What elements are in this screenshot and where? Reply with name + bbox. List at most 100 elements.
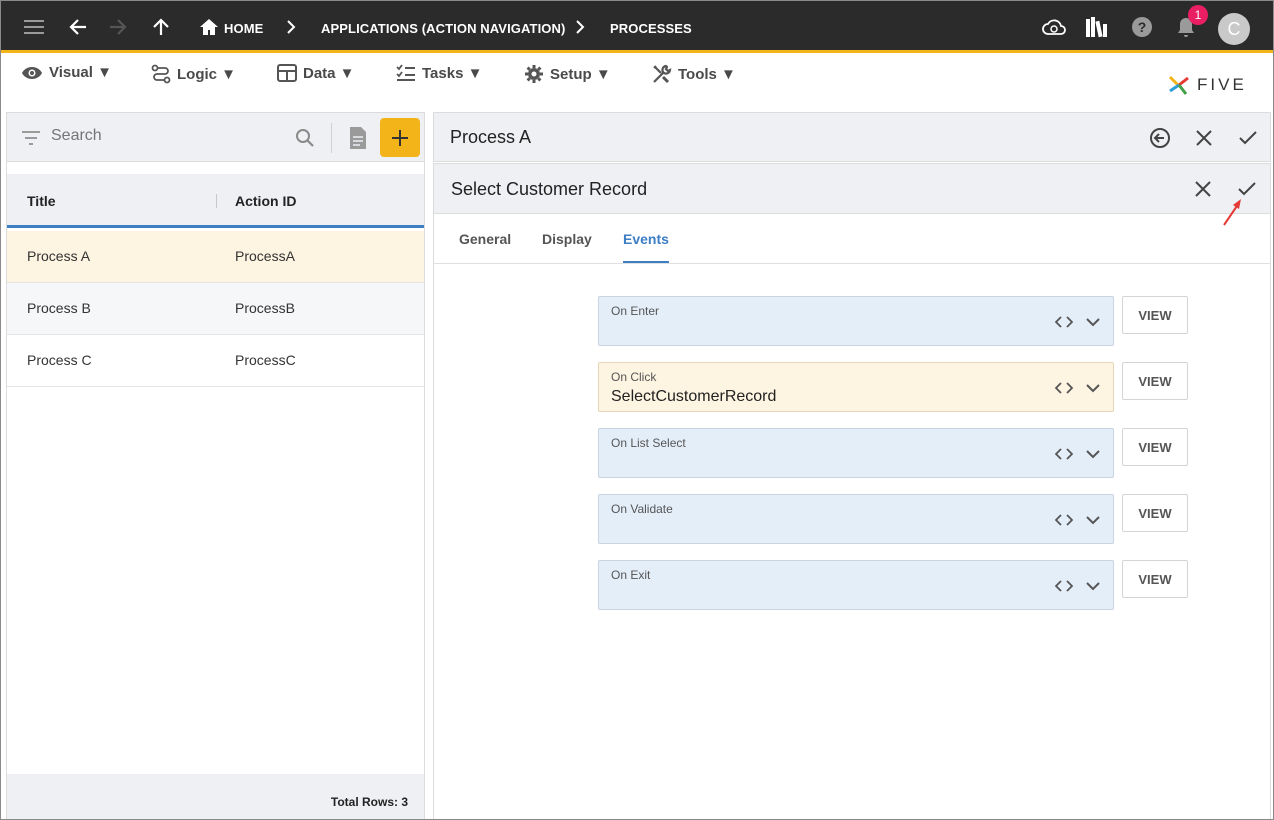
search-bar <box>7 113 424 162</box>
cell-action-id: ProcessC <box>235 352 296 368</box>
table-icon <box>277 64 297 82</box>
cell-action-id: ProcessB <box>235 300 295 316</box>
form-header: Select Customer Record <box>434 164 1270 226</box>
on-click-field[interactable]: On Click SelectCustomerRecord <box>598 362 1114 412</box>
table-row[interactable]: Process A ProcessA <box>7 231 424 283</box>
chevron-down-icon[interactable] <box>1083 314 1103 330</box>
cell-title: Process C <box>27 352 92 368</box>
total-rows-label: Total Rows: 3 <box>330 795 408 809</box>
menu-visual[interactable]: Visual ▼ <box>21 64 112 81</box>
home-icon[interactable] <box>197 15 221 39</box>
menu-bar: Visual ▼ Logic ▼ Data ▼ Tasks ▼ Setup ▼ … <box>1 56 1273 100</box>
chevron-right-icon <box>568 15 592 39</box>
tasks-icon <box>396 64 415 81</box>
avatar[interactable]: C <box>1218 13 1250 45</box>
search-divider <box>331 123 332 153</box>
notification-badge: 1 <box>1188 5 1208 25</box>
record-header-panel: Process A <box>433 112 1271 162</box>
five-logo-mark-icon <box>1168 75 1189 95</box>
table-row[interactable]: Process B ProcessB <box>7 283 424 335</box>
tools-icon <box>653 64 672 84</box>
svg-text:?: ? <box>1138 19 1147 35</box>
five-logo: FIVE <box>1167 73 1247 97</box>
logic-icon <box>151 64 171 84</box>
table-row[interactable]: Process C ProcessC <box>7 335 424 387</box>
view-on-exit-button[interactable]: VIEW <box>1122 560 1188 598</box>
chevron-down-icon[interactable] <box>1083 512 1103 528</box>
help-icon[interactable]: ? <box>1130 15 1154 39</box>
on-enter-label: On Enter <box>611 304 660 318</box>
column-header-action-id[interactable]: Action ID <box>235 193 296 209</box>
close-icon[interactable] <box>1191 177 1215 201</box>
eye-icon <box>22 66 42 79</box>
menu-visual-label: Visual ▼ <box>49 64 112 81</box>
chevron-down-icon[interactable] <box>1083 446 1103 462</box>
top-bar: HOME APPLICATIONS (ACTION NAVIGATION) PR… <box>1 1 1273 53</box>
tab-general[interactable]: General <box>459 231 511 261</box>
breadcrumb-home[interactable]: HOME <box>224 21 263 36</box>
list-footer: Total Rows: 3 <box>7 774 424 819</box>
breadcrumb-processes[interactable]: PROCESSES <box>610 21 692 36</box>
on-exit-field[interactable]: On Exit <box>598 560 1114 610</box>
check-icon[interactable] <box>1236 126 1260 150</box>
breadcrumb-applications[interactable]: APPLICATIONS (ACTION NAVIGATION) <box>321 21 565 36</box>
cloud-sync-icon[interactable] <box>1042 15 1066 39</box>
view-on-validate-button[interactable]: VIEW <box>1122 494 1188 532</box>
tab-events[interactable]: Events <box>623 231 669 263</box>
code-icon[interactable] <box>1053 380 1075 396</box>
menu-tasks-label: Tasks ▼ <box>422 64 483 82</box>
hamburger-menu-icon[interactable] <box>22 15 46 39</box>
code-icon[interactable] <box>1053 314 1075 330</box>
menu-data[interactable]: Data ▼ <box>277 64 355 82</box>
on-enter-field[interactable]: On Enter <box>598 296 1114 346</box>
forward-arrow-icon[interactable] <box>106 15 130 39</box>
chevron-down-icon[interactable] <box>1083 380 1103 396</box>
view-on-click-button[interactable]: VIEW <box>1122 362 1188 400</box>
on-validate-field[interactable]: On Validate <box>598 494 1114 544</box>
menu-setup-label: Setup ▼ <box>550 65 611 83</box>
logo-text: FIVE <box>1197 75 1247 94</box>
on-click-label: On Click <box>611 370 657 384</box>
add-record-button[interactable] <box>380 118 420 157</box>
code-icon[interactable] <box>1053 446 1075 462</box>
menu-tasks[interactable]: Tasks ▼ <box>396 64 482 82</box>
on-list-select-label: On List Select <box>611 436 686 450</box>
menu-logic-label: Logic ▼ <box>177 65 237 83</box>
record-list-panel: Title Action ID Process A ProcessA Proce… <box>6 112 425 819</box>
view-on-enter-button[interactable]: VIEW <box>1122 296 1188 334</box>
menu-tools[interactable]: Tools ▼ <box>652 64 736 84</box>
on-exit-label: On Exit <box>611 568 651 582</box>
code-icon[interactable] <box>1053 578 1075 594</box>
gear-icon <box>525 65 543 83</box>
view-on-list-select-button[interactable]: VIEW <box>1122 428 1188 466</box>
form-tabs: General Display Events <box>434 214 1270 264</box>
back-arrow-icon[interactable] <box>66 15 90 39</box>
close-icon[interactable] <box>1192 126 1216 150</box>
menu-data-label: Data ▼ <box>303 64 355 82</box>
search-icon[interactable] <box>293 126 317 150</box>
menu-logic[interactable]: Logic ▼ <box>151 64 236 84</box>
search-input[interactable] <box>51 127 281 145</box>
form-title: Select Customer Record <box>451 179 648 199</box>
column-header-title[interactable]: Title <box>27 193 56 209</box>
grid-header: Title Action ID <box>7 174 424 228</box>
chevron-down-icon[interactable] <box>1083 578 1103 594</box>
plus-icon <box>392 129 408 146</box>
library-books-icon[interactable] <box>1085 15 1109 39</box>
app-window: HOME APPLICATIONS (ACTION NAVIGATION) PR… <box>0 0 1274 820</box>
menu-setup[interactable]: Setup ▼ <box>524 64 611 84</box>
cell-title: Process A <box>27 248 91 264</box>
chevron-right-icon <box>279 15 303 39</box>
filter-icon[interactable] <box>19 126 43 150</box>
up-arrow-icon[interactable] <box>149 15 173 39</box>
menu-tools-label: Tools ▼ <box>678 65 736 83</box>
on-click-value: SelectCustomerRecord <box>611 388 777 405</box>
column-separator <box>216 194 217 208</box>
on-validate-label: On Validate <box>611 502 673 516</box>
on-list-select-field[interactable]: On List Select <box>598 428 1114 478</box>
tab-display[interactable]: Display <box>542 231 592 261</box>
code-icon[interactable] <box>1053 512 1075 528</box>
document-icon[interactable] <box>346 126 370 150</box>
cell-action-id: ProcessA <box>235 248 295 264</box>
history-back-icon[interactable] <box>1148 126 1172 150</box>
